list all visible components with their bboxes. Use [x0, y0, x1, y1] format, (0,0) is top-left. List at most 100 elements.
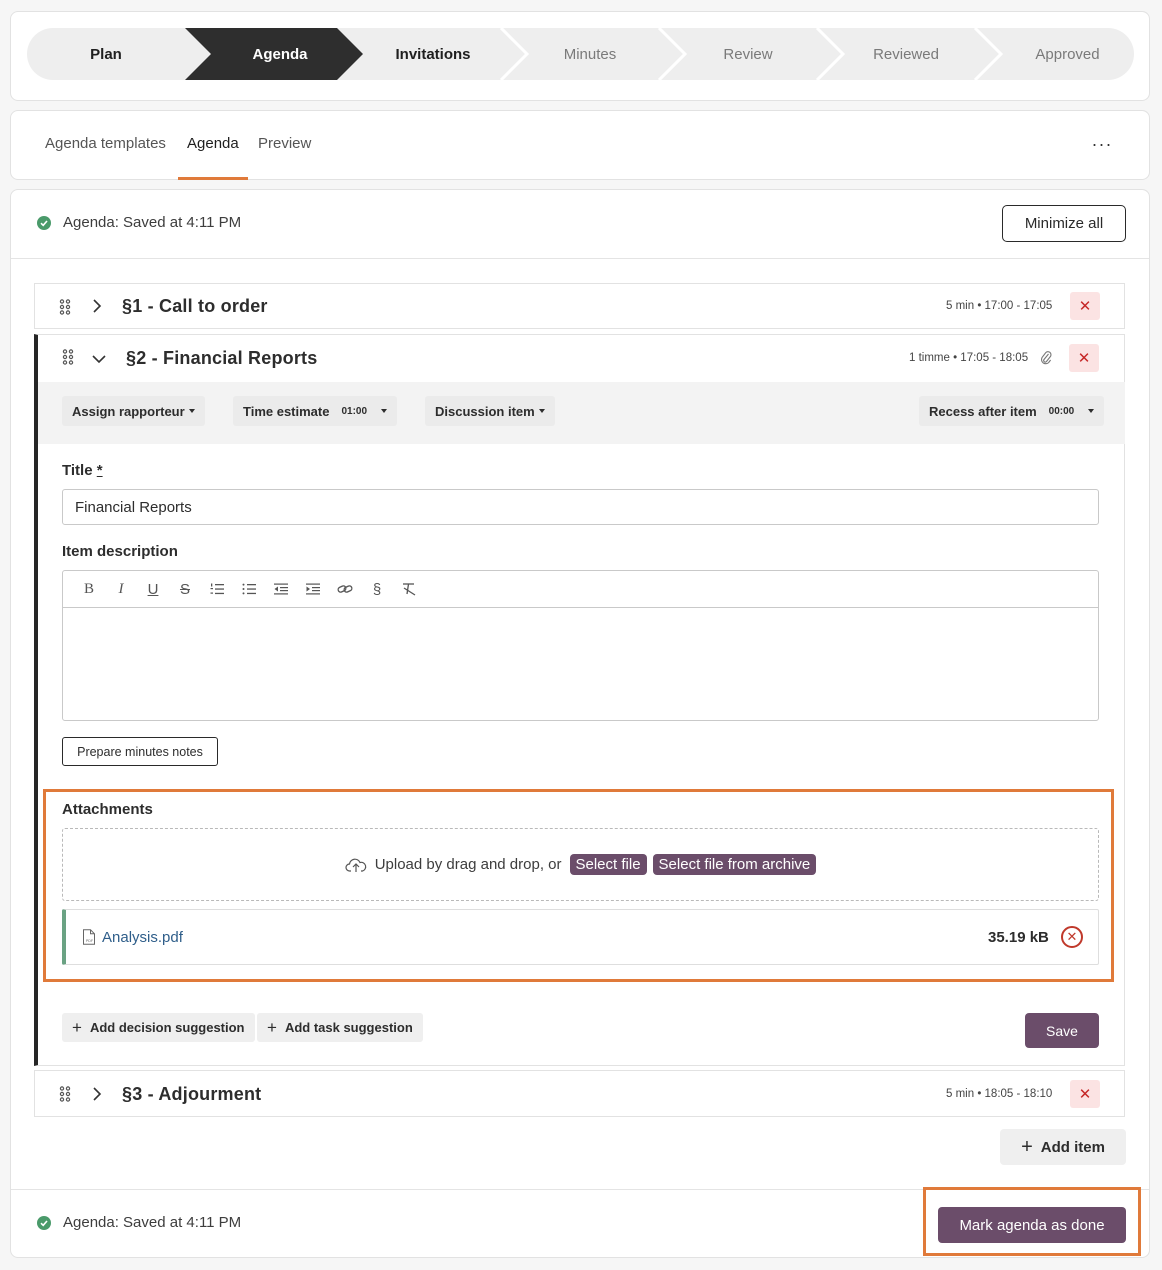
editor-toolbar: B I U S § — [63, 571, 1098, 608]
select-file-from-archive-button[interactable]: Select file from archive — [652, 854, 817, 875]
delete-item-button[interactable]: ✕ — [1069, 344, 1099, 372]
button-label: Add task suggestion — [284, 1020, 413, 1035]
chevron-down-icon[interactable] — [92, 352, 106, 366]
attachment-file-size: 35.19 kB — [988, 928, 1049, 946]
assign-rapporteur-dropdown[interactable]: Assign rapporteur — [62, 396, 205, 426]
caret-down-icon — [381, 409, 388, 413]
tab-preview[interactable]: Preview — [258, 135, 311, 152]
chevron-separator-icon — [973, 28, 1003, 80]
upload-cloud-icon — [345, 858, 366, 872]
underline-icon[interactable]: U — [137, 577, 169, 601]
agenda-item-title: §3 - Adjourment — [122, 1084, 262, 1104]
agenda-item-meta: 1 timme • 17:05 - 18:05 — [909, 352, 1029, 364]
ordered-list-icon[interactable] — [201, 577, 233, 601]
recess-after-item-dropdown[interactable]: Recess after item 00:00 — [919, 396, 1105, 426]
recess-value: 00:00 — [1048, 405, 1075, 417]
italic-icon[interactable]: I — [105, 577, 137, 601]
tab-agenda[interactable]: Agenda — [187, 135, 239, 152]
time-estimate-dropdown[interactable]: Time estimate 01:00 — [233, 396, 398, 426]
agenda-item-meta: 5 min • 17:00 - 17:05 — [946, 300, 1053, 312]
caret-down-icon — [1088, 409, 1095, 413]
agenda-item-1[interactable]: §1 - Call to order 5 min • 17:00 - 17:05… — [34, 283, 1125, 329]
save-button[interactable]: Save — [1025, 1013, 1099, 1048]
step-minutes[interactable]: Minutes — [511, 28, 669, 80]
attachment-file-link[interactable]: Analysis.pdf — [102, 929, 183, 946]
active-tab-indicator — [178, 177, 248, 180]
check-circle-icon — [37, 1215, 51, 1230]
title-input-value: Financial Reports — [75, 498, 192, 516]
button-label: Add item — [1040, 1138, 1105, 1156]
agenda-item-title: §2 - Financial Reports — [126, 348, 318, 368]
bold-icon[interactable]: B — [73, 577, 105, 601]
save-status: Agenda: Saved at 4:11 PM — [37, 214, 241, 231]
agenda-item-title: §1 - Call to order — [122, 296, 268, 316]
step-plan[interactable]: Plan — [27, 28, 185, 80]
pdf-icon-text: PDF — [86, 939, 94, 943]
agenda-item-2-expanded: §2 - Financial Reports 1 timme • 17:05 -… — [34, 334, 1125, 1066]
attachment-item: PDF Analysis.pdf 35.19 kB ✕ — [62, 909, 1099, 965]
item-description-editor[interactable]: B I U S § — [62, 570, 1099, 721]
delete-item-button[interactable]: ✕ — [1070, 1080, 1100, 1108]
button-label: Add decision suggestion — [89, 1020, 245, 1035]
required-marker: * — [96, 462, 103, 479]
remove-attachment-icon[interactable]: ✕ — [1061, 926, 1083, 948]
file-dropzone[interactable]: Upload by drag and drop, or Select file … — [62, 828, 1099, 901]
item-description-label: Item description — [62, 543, 178, 560]
plus-icon: + — [72, 1017, 82, 1037]
add-item-button[interactable]: + Add item — [1000, 1129, 1126, 1165]
select-file-button[interactable]: Select file — [569, 854, 647, 875]
section-sign-icon[interactable]: § — [361, 577, 393, 601]
minimize-all-button[interactable]: Minimize all — [1002, 205, 1126, 242]
add-decision-suggestion-button[interactable]: + Add decision suggestion — [62, 1013, 255, 1042]
workflow-stepper-card: Plan Agenda Invitations Minutes Review R… — [10, 11, 1150, 101]
step-label: Minutes — [563, 45, 617, 63]
save-status-text: Agenda: Saved at 4:11 PM — [63, 1214, 242, 1231]
link-icon[interactable] — [329, 577, 361, 601]
title-input[interactable]: Financial Reports — [62, 489, 1099, 525]
plus-icon: + — [267, 1017, 277, 1037]
step-approved[interactable]: Approved — [985, 28, 1134, 80]
title-label-text: Title — [62, 462, 93, 479]
tab-agenda-templates[interactable]: Agenda templates — [45, 135, 166, 152]
tabs-card: Agenda templates Agenda Preview ··· — [10, 110, 1150, 180]
prepare-minutes-notes-button[interactable]: Prepare minutes notes — [62, 737, 218, 766]
upload-instructions: Upload by drag and drop, or — [374, 856, 562, 873]
option-label: Recess after item — [929, 403, 1037, 419]
delete-item-button[interactable]: ✕ — [1070, 292, 1100, 320]
step-agenda[interactable]: Agenda — [185, 28, 363, 80]
agenda-editor-card: Agenda: Saved at 4:11 PM Minimize all §1… — [10, 189, 1150, 1258]
chevron-right-icon[interactable] — [90, 299, 104, 313]
discussion-item-dropdown[interactable]: Discussion item — [425, 396, 555, 426]
check-circle-icon — [37, 215, 51, 230]
divider — [11, 258, 1149, 259]
step-label: Invitations — [395, 45, 471, 63]
drag-handle-icon[interactable] — [59, 1086, 71, 1102]
time-estimate-value: 01:00 — [341, 405, 368, 417]
strikethrough-icon[interactable]: S — [169, 577, 201, 601]
drag-handle-icon[interactable] — [62, 349, 74, 365]
save-status-text: Agenda: Saved at 4:11 PM — [63, 214, 242, 231]
item-options-bar: Assign rapporteur Time estimate 01:00 Dis… — [38, 382, 1125, 444]
step-label: Plan — [90, 45, 122, 63]
agenda-item-meta: 5 min • 18:05 - 18:10 — [946, 1088, 1053, 1100]
add-task-suggestion-button[interactable]: + Add task suggestion — [257, 1013, 423, 1042]
bullet-list-icon[interactable] — [233, 577, 265, 601]
indent-icon[interactable] — [297, 577, 329, 601]
title-label: Title * — [62, 462, 103, 479]
outdent-icon[interactable] — [265, 577, 297, 601]
option-label: Discussion item — [435, 403, 535, 419]
more-options-icon[interactable]: ··· — [1089, 131, 1115, 157]
drag-handle-icon[interactable] — [59, 299, 71, 315]
step-review[interactable]: Review — [669, 28, 827, 80]
paperclip-icon — [1040, 351, 1052, 365]
clear-formatting-icon[interactable] — [393, 577, 425, 601]
step-invitations[interactable]: Invitations — [365, 28, 501, 80]
agenda-item-3[interactable]: §3 - Adjourment 5 min • 18:05 - 18:10 ✕ — [34, 1070, 1125, 1117]
mark-agenda-as-done-button[interactable]: Mark agenda as done — [938, 1207, 1126, 1243]
chevron-separator-icon — [657, 28, 687, 80]
step-reviewed[interactable]: Reviewed — [827, 28, 985, 80]
attachments-label: Attachments — [62, 801, 153, 818]
chevron-right-icon[interactable] — [90, 1087, 104, 1101]
plus-icon: + — [1021, 1135, 1033, 1158]
step-label: Agenda — [252, 45, 308, 63]
